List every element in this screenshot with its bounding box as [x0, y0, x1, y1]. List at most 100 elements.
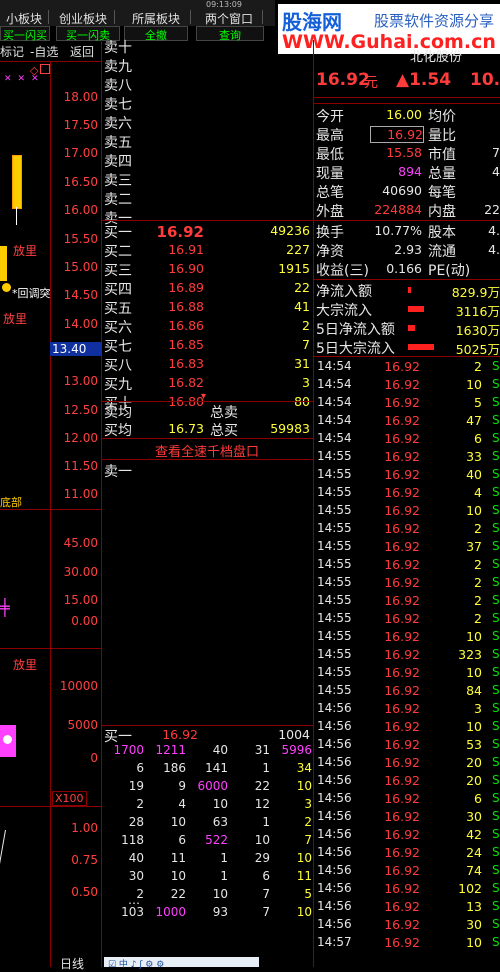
- volume-axis-tick: 10000: [59, 679, 98, 693]
- oscillator-axis-tick: 0.75: [71, 853, 98, 867]
- trade-direction: S: [492, 917, 500, 931]
- buy1-queue-volume: 1004: [278, 727, 310, 742]
- flow-value: 1630万: [455, 323, 500, 338]
- tab-sector-board[interactable]: 所属板块: [122, 10, 191, 26]
- queue-cell: 1700: [113, 743, 144, 757]
- sell-level-label: 卖七: [104, 97, 132, 113]
- trade-time: 14:55: [317, 593, 352, 607]
- trade-price: 16.92: [384, 809, 420, 824]
- buy1-flash-buy-button[interactable]: 买一闪买: [0, 26, 50, 42]
- candle-bar: [12, 155, 22, 209]
- query-button[interactable]: 查询: [196, 26, 264, 42]
- trade-time: 14:56: [317, 809, 352, 823]
- buy-level-price: 16.92: [156, 223, 204, 241]
- queue-cell: 1000: [155, 905, 186, 919]
- flow-bar: [408, 287, 411, 293]
- trade-volume: 53: [466, 737, 482, 752]
- stat-label: 最高: [316, 128, 344, 144]
- buy-level-price: 16.88: [168, 299, 204, 314]
- queue-cell: 1: [220, 869, 228, 883]
- sell1-queue-label: 卖一: [104, 464, 132, 480]
- trade-volume: 20: [466, 755, 482, 770]
- trade-price: 16.92: [384, 503, 420, 518]
- sell-level-label: 卖九: [104, 59, 132, 75]
- stat-value: 10.77%: [374, 223, 422, 238]
- trade-time: 14:55: [317, 503, 352, 517]
- trade-volume: 30: [466, 809, 482, 824]
- tab-small-board[interactable]: 小板块: [0, 10, 49, 26]
- trade-direction: S: [492, 629, 500, 643]
- trade-time: 14:55: [317, 629, 352, 643]
- flow-value: 829.9万: [451, 285, 500, 300]
- price-axis-tick: 16.00: [63, 203, 98, 217]
- oscillator-line: [0, 829, 6, 949]
- sell-level-label: 卖四: [104, 154, 132, 170]
- orderbook-divider: [101, 220, 313, 221]
- tab-two-windows[interactable]: 两个窗口: [196, 10, 263, 26]
- trade-volume: 6: [474, 791, 482, 806]
- trade-time: 14:56: [317, 701, 352, 715]
- left-panel-divider: [101, 40, 102, 967]
- watermark-url: WWW.Guhai.com.cn: [282, 31, 496, 53]
- trade-direction: S: [492, 539, 500, 553]
- flow-bar: [408, 325, 415, 331]
- buy-level-price: 16.89: [168, 280, 204, 295]
- header-divider: [313, 97, 500, 98]
- trade-direction: S: [492, 737, 500, 751]
- buy-level-label: 买三: [104, 263, 132, 279]
- trade-volume: 2: [474, 521, 482, 536]
- indicator-axis-tick: 0.00: [71, 614, 98, 628]
- pane-divider-2: [0, 648, 101, 649]
- back-button[interactable]: 返回: [70, 43, 100, 59]
- buy-level-label: 买五: [104, 301, 132, 317]
- queue-cell: 7: [304, 833, 312, 847]
- trade-direction: S: [492, 593, 500, 607]
- mark-button[interactable]: 标记: [0, 43, 26, 59]
- buy-level-label: 买八: [104, 358, 132, 374]
- queue-cell: 9: [178, 779, 186, 793]
- queue-cell: 31: [254, 743, 270, 757]
- trade-time: 14:54: [317, 431, 352, 445]
- trade-volume: 33: [466, 449, 482, 464]
- oscillator-axis-tick: 1.00: [71, 821, 98, 835]
- stat-label-2: 股本: [428, 225, 456, 241]
- queue-cell: 30: [128, 869, 144, 883]
- trade-time: 14:55: [317, 521, 352, 535]
- trade-direction: S: [492, 359, 500, 373]
- buy-level-label: 买二: [104, 244, 132, 260]
- sell-level-label: 卖六: [104, 116, 132, 132]
- trade-time: 14:56: [317, 773, 352, 787]
- view-1000-depth-link[interactable]: 查看全速千档盘口: [101, 441, 313, 460]
- queue-cell: 5: [304, 887, 312, 901]
- stat-value: 16.92: [370, 126, 424, 143]
- trade-price: 16.92: [384, 629, 420, 644]
- stat-value-2: 4.: [488, 223, 500, 238]
- current-price: 16.92: [316, 70, 370, 90]
- toolbar-icons[interactable]: ☑ 中 ♪ ʃ ⚙ ⚙: [108, 957, 164, 970]
- candle-bar: [0, 246, 7, 281]
- queue-cell: 10: [296, 779, 312, 793]
- trade-time: 14:56: [317, 827, 352, 841]
- trade-volume: 2: [474, 611, 482, 626]
- queue-cell: 1: [262, 815, 270, 829]
- queue-cell: 5996: [281, 743, 312, 757]
- queue-cell: 40: [128, 851, 144, 865]
- queue-cell: 6: [178, 833, 186, 847]
- stat-value: 0.166: [386, 261, 422, 276]
- trade-volume: 2: [474, 575, 482, 590]
- trade-direction: S: [492, 809, 500, 823]
- watermark-banner: 股海网 股票软件资源分享 WWW.Guhai.com.cn: [278, 4, 500, 54]
- trade-volume: 10: [466, 719, 482, 734]
- trade-volume: 37: [466, 539, 482, 554]
- sell-total-label: 总卖: [210, 405, 238, 421]
- trade-price: 16.92: [384, 899, 420, 914]
- tab-gem-board[interactable]: 创业板块: [52, 10, 115, 26]
- queue-cell: 63: [212, 815, 228, 829]
- add-watchlist-button[interactable]: -自选: [30, 43, 66, 59]
- trade-direction: S: [492, 647, 500, 661]
- trade-price: 16.92: [384, 755, 420, 770]
- tab-daily[interactable]: 日线: [60, 955, 84, 972]
- flow-label: 大宗流入: [316, 303, 372, 319]
- trade-price: 16.92: [384, 413, 420, 428]
- buy-level-price: 16.83: [168, 356, 204, 371]
